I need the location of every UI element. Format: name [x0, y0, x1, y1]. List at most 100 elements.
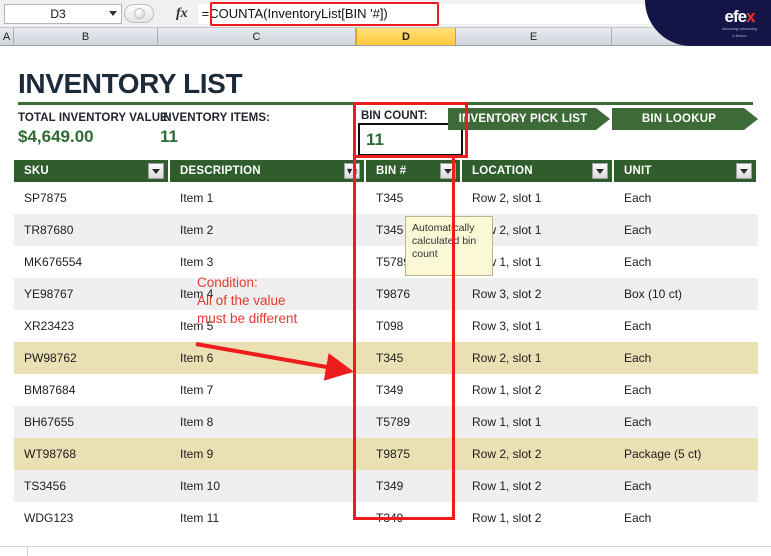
bin-filter-icon[interactable] [440, 163, 456, 179]
table-row[interactable]: SP7875 Item 1 T345 Row 2, slot 1 Each [14, 182, 758, 214]
cell-location[interactable]: Row 1, slot 1 [462, 406, 614, 438]
column-sku-label: SKU [24, 165, 49, 177]
cell-description[interactable]: Item 11 [170, 502, 366, 534]
table-row[interactable]: XR23423 Item 5 T098 Row 3, slot 1 Each [14, 310, 758, 342]
cell-location[interactable]: Row 1, slot 2 [462, 470, 614, 502]
table-body: SP7875 Item 1 T345 Row 2, slot 1 Each TR87680… [14, 182, 758, 534]
worksheet-area: INVENTORY LIST TOTAL INVENTORY VALUE: $4… [0, 46, 771, 556]
cell-unit[interactable]: Each [614, 246, 758, 278]
column-location-header[interactable]: LOCATION [462, 160, 614, 182]
condition-annotation-line-1: Condition: [197, 275, 258, 290]
efex-logo-text: efe [724, 7, 747, 26]
cell-location[interactable]: Row 3, slot 1 [462, 310, 614, 342]
total-inventory-value: $4,649.00 [18, 127, 94, 146]
condition-annotation: Condition: All of the value must be diff… [197, 274, 297, 329]
cell-unit[interactable]: Each [614, 502, 758, 534]
cell-bin[interactable]: T9876 [366, 278, 462, 310]
total-inventory-value-stat: TOTAL INVENTORY VALUE: $4,649.00 [18, 112, 172, 147]
cell-sku[interactable]: BM87684 [14, 374, 170, 406]
cell-location[interactable]: Row 2, slot 1 [462, 342, 614, 374]
cell-description[interactable]: Item 8 [170, 406, 366, 438]
bin-count-cell[interactable]: 11 [358, 123, 463, 156]
cell-bin[interactable]: T345 [366, 182, 462, 214]
sku-filter-icon[interactable] [148, 163, 164, 179]
cell-sku[interactable]: YE98767 [14, 278, 170, 310]
cell-sku[interactable]: XR23423 [14, 310, 170, 342]
efex-logo-subtitle-2: & finance [732, 33, 747, 38]
table-row[interactable]: WDG123 Item 11 T349 Row 1, slot 2 Each [14, 502, 758, 534]
efex-logo: efex accounting outsourcing & finance [722, 8, 757, 39]
cell-unit[interactable]: Each [614, 182, 758, 214]
cell-location[interactable]: Row 1, slot 2 [462, 374, 614, 406]
table-row[interactable]: PW98762 Item 6 T345 Row 2, slot 1 Each [14, 342, 758, 374]
column-bin-label: BIN # [376, 165, 407, 177]
column-header-row: A B C D E [0, 28, 771, 46]
cell-location[interactable]: Row 2, slot 2 [462, 438, 614, 470]
table-row[interactable]: YE98767 Item 4 T9876 Row 3, slot 2 Box (10 c… [14, 278, 758, 310]
fx-icon[interactable]: fx [176, 6, 188, 22]
column-sku-header[interactable]: SKU [14, 160, 170, 182]
total-inventory-value-label: TOTAL INVENTORY VALUE: [18, 112, 172, 124]
inventory-pick-list-button[interactable]: INVENTORY PICK LIST [448, 108, 610, 130]
table-row[interactable]: BH67655 Item 8 T5789 Row 1, slot 1 Each [14, 406, 758, 438]
cell-unit[interactable]: Each [614, 310, 758, 342]
cell-bin[interactable]: T349 [366, 502, 462, 534]
cell-bin[interactable]: T5789 [366, 406, 462, 438]
sheet-tab-stub[interactable] [0, 547, 28, 556]
bin-count-comment-tooltip: Automatically calculated bin count [405, 216, 493, 276]
table-row[interactable]: TR87680 Item 2 T345 Row 2, slot 1 Each [14, 214, 758, 246]
table-row[interactable]: TS3456 Item 10 T349 Row 1, slot 2 Each [14, 470, 758, 502]
column-unit-header[interactable]: UNIT [614, 160, 758, 182]
cell-sku[interactable]: PW98762 [14, 342, 170, 374]
cell-location[interactable]: Row 2, slot 1 [462, 182, 614, 214]
cell-bin[interactable]: T345 [366, 342, 462, 374]
cell-unit[interactable]: Each [614, 214, 758, 246]
name-box[interactable]: D3 [4, 3, 122, 24]
column-header-c[interactable]: C [158, 28, 356, 45]
cell-unit[interactable]: Each [614, 470, 758, 502]
cell-location[interactable]: Row 3, slot 2 [462, 278, 614, 310]
cell-location[interactable]: Row 1, slot 2 [462, 502, 614, 534]
cell-description[interactable]: Item 1 [170, 182, 366, 214]
cell-bin[interactable]: T349 [366, 470, 462, 502]
cell-unit[interactable]: Box (10 ct) [614, 278, 758, 310]
cell-sku[interactable]: WT98768 [14, 438, 170, 470]
cell-sku[interactable]: SP7875 [14, 182, 170, 214]
cell-sku[interactable]: WDG123 [14, 502, 170, 534]
location-filter-icon[interactable] [592, 163, 608, 179]
column-bin-header[interactable]: BIN # [366, 160, 462, 182]
cell-bin[interactable]: T9875 [366, 438, 462, 470]
title-divider [18, 102, 753, 105]
efex-logo-accent: x [746, 7, 756, 26]
cell-sku[interactable]: TR87680 [14, 214, 170, 246]
column-description-header[interactable]: DESCRIPTION ▼↑ [170, 160, 366, 182]
cell-sku[interactable]: MK676554 [14, 246, 170, 278]
cell-description[interactable]: Item 2 [170, 214, 366, 246]
cell-description[interactable]: Item 10 [170, 470, 366, 502]
cell-sku[interactable]: BH67655 [14, 406, 170, 438]
cell-sku[interactable]: TS3456 [14, 470, 170, 502]
cell-unit[interactable]: Package (5 ct) [614, 438, 758, 470]
unit-filter-icon[interactable] [736, 163, 752, 179]
column-header-e[interactable]: E [456, 28, 612, 45]
cell-unit[interactable]: Each [614, 406, 758, 438]
bin-lookup-button[interactable]: BIN LOOKUP [612, 108, 758, 130]
column-header-a[interactable]: A [0, 28, 14, 45]
efex-logo-wordmark: efex [722, 8, 757, 25]
description-sort-filter-icon[interactable]: ▼↑ [344, 163, 360, 179]
table-row[interactable]: BM87684 Item 7 T349 Row 1, slot 2 Each [14, 374, 758, 406]
excel-window: D3 fx =COUNTA(InventoryList[BIN '#]) A B… [0, 0, 771, 556]
column-header-d[interactable]: D [356, 28, 456, 45]
inventory-items-value: 11 [160, 127, 178, 146]
cell-description[interactable]: Item 9 [170, 438, 366, 470]
column-header-b[interactable]: B [14, 28, 158, 45]
cell-bin[interactable]: T349 [366, 374, 462, 406]
table-row[interactable]: MK676554 Item 3 T5789 Row 1, slot 1 Each [14, 246, 758, 278]
name-box-value: D3 [50, 6, 66, 21]
cell-bin[interactable]: T098 [366, 310, 462, 342]
cell-unit[interactable]: Each [614, 374, 758, 406]
name-box-chevron-down-icon[interactable] [105, 11, 121, 16]
table-row[interactable]: WT98768 Item 9 T9875 Row 2, slot 2 Package (… [14, 438, 758, 470]
insert-function-round-button[interactable] [124, 4, 154, 23]
cell-unit[interactable]: Each [614, 342, 758, 374]
